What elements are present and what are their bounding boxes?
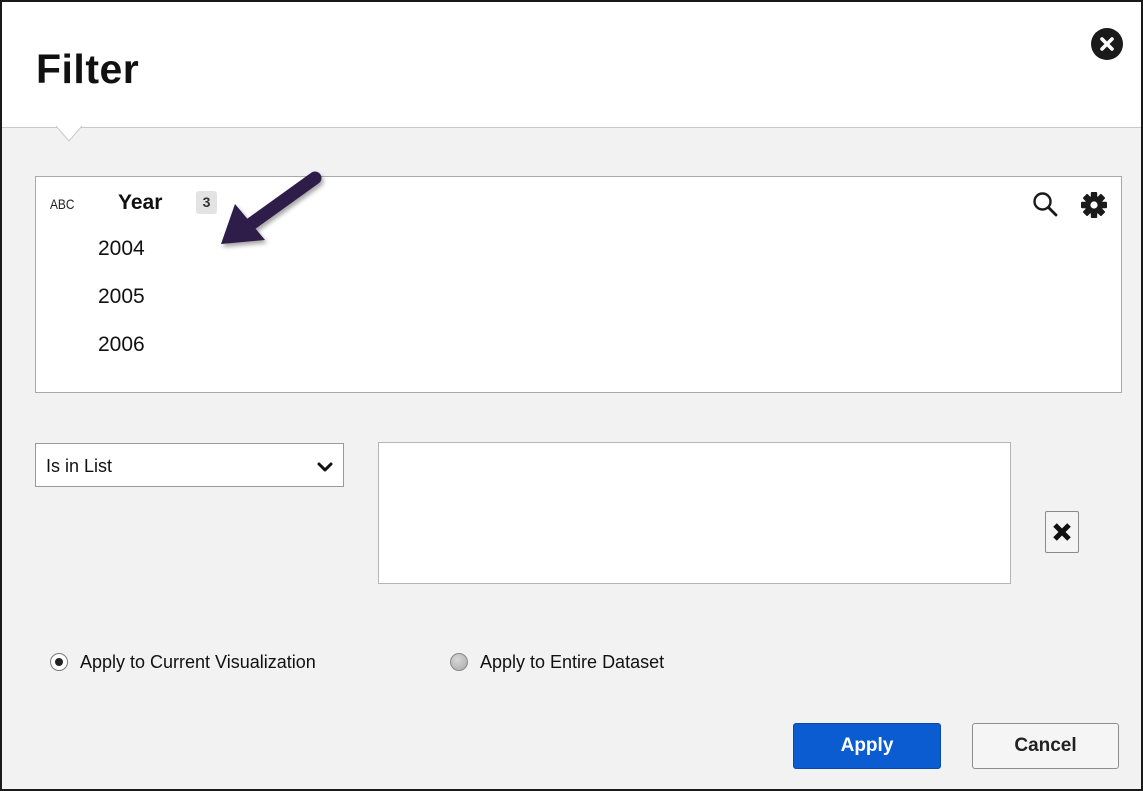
dialog-title: Filter	[36, 46, 140, 92]
list-item[interactable]: 2004	[98, 237, 145, 285]
radio-label: Apply to Current Visualization	[80, 651, 316, 672]
filter-values-input[interactable]	[378, 442, 1011, 584]
chevron-down-icon	[317, 462, 333, 472]
header-pointer	[56, 126, 82, 142]
operator-dropdown[interactable]: Is in List	[35, 443, 344, 487]
dialog-header: Filter	[2, 2, 1141, 128]
field-name: Year	[118, 191, 163, 214]
times-icon	[1053, 523, 1071, 541]
annotation-arrow	[221, 171, 322, 244]
operator-value: Is in List	[46, 456, 113, 476]
list-item[interactable]: 2006	[98, 333, 145, 381]
gear-icon[interactable]	[1079, 190, 1109, 220]
clear-values-button[interactable]	[1045, 511, 1079, 553]
radio-label: Apply to Entire Dataset	[480, 651, 665, 672]
scope-option-entire-dataset[interactable]: Apply to Entire Dataset	[450, 650, 664, 674]
apply-button[interactable]: Apply	[793, 723, 941, 769]
filter-dialog: Filter ABC Year 3 2004 2005 2006 Is in L…	[0, 0, 1143, 791]
value-list: 2004 2005 2006	[98, 237, 145, 381]
list-item[interactable]: 2005	[98, 285, 145, 333]
cancel-button[interactable]: Cancel	[972, 723, 1119, 769]
scope-option-current-visualization[interactable]: Apply to Current Visualization	[50, 650, 316, 674]
field-values-panel: ABC Year 3 2004 2005 2006	[35, 176, 1122, 393]
close-icon[interactable]	[1091, 28, 1123, 60]
search-icon[interactable]	[1032, 191, 1058, 217]
data-type-label: ABC	[50, 196, 75, 212]
radio-checked[interactable]	[50, 653, 68, 671]
radio-unchecked[interactable]	[450, 653, 468, 671]
